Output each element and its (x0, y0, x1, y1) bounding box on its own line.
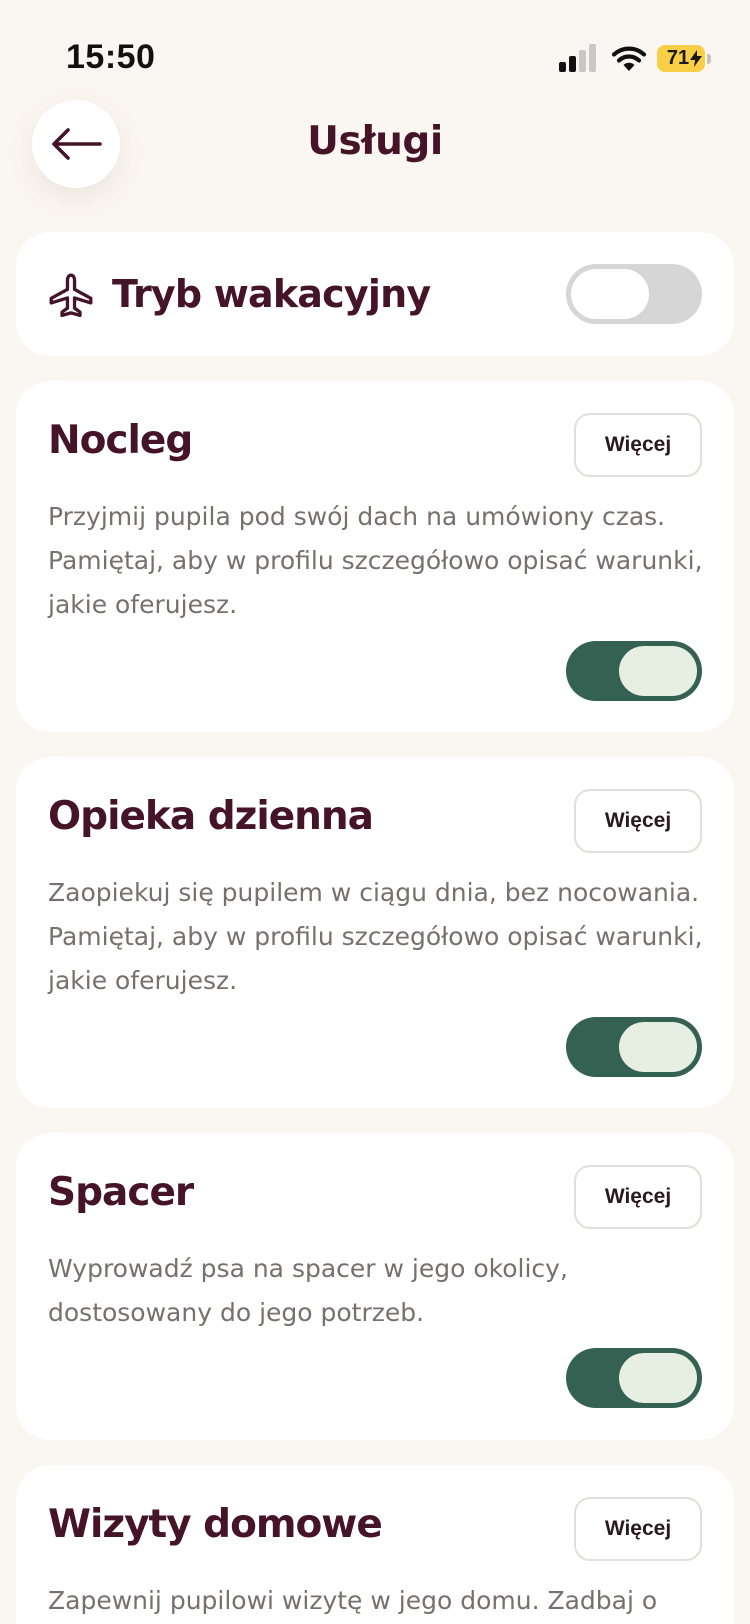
service-description: Zapewnij pupilowi wizytę w jego domu. Za… (48, 1586, 658, 1615)
service-description: Wyprowadź psa na spacer w jego okolicy, … (48, 1254, 568, 1327)
service-title: Wizyty domowe (48, 1502, 383, 1547)
service-toggle-nocleg[interactable] (566, 641, 702, 701)
service-card-nocleg: Nocleg Więcej Przyjmij pupila pod swój d… (16, 381, 734, 732)
service-title: Nocleg (48, 418, 193, 463)
more-button[interactable]: Więcej (574, 1165, 702, 1229)
charging-bolt-icon (690, 50, 702, 67)
more-button[interactable]: Więcej (574, 1497, 702, 1561)
page-title: Usługi (307, 119, 443, 164)
status-time: 15:50 (66, 38, 156, 76)
vacation-mode-label: Tryb wakacyjny (112, 272, 431, 316)
more-button[interactable]: Więcej (574, 789, 702, 853)
service-title: Spacer (48, 1170, 194, 1215)
service-title: Opieka dzienna (48, 794, 374, 839)
more-button[interactable]: Więcej (574, 413, 702, 477)
service-description: Zaopiekuj się pupilem w ciągu dnia, bez … (48, 878, 703, 995)
wifi-icon (611, 46, 647, 71)
service-card-spacer: Spacer Więcej Wyprowadź psa na spacer w … (16, 1133, 734, 1440)
toggle-knob (571, 269, 649, 319)
toggle-knob (619, 1353, 697, 1403)
service-description: Przyjmij pupila pod swój dach na umówion… (48, 502, 703, 619)
service-toggle-opieka-dzienna[interactable] (566, 1017, 702, 1077)
vacation-mode-toggle[interactable] (566, 264, 702, 324)
toggle-knob (619, 646, 697, 696)
airplane-icon (49, 273, 93, 318)
battery-icon: 71 (657, 45, 711, 72)
vacation-mode-card: Tryb wakacyjny (16, 232, 734, 356)
toggle-knob (619, 1022, 697, 1072)
service-card-opieka-dzienna: Opieka dzienna Więcej Zaopiekuj się pupi… (16, 757, 734, 1108)
service-card-wizyty-domowe: Wizyty domowe Więcej Zapewnij pupilowi w… (16, 1465, 734, 1624)
battery-cap (707, 54, 711, 64)
status-bar: 15:50 71 (0, 0, 750, 110)
signal-icon (559, 44, 596, 72)
service-toggle-spacer[interactable] (566, 1348, 702, 1408)
